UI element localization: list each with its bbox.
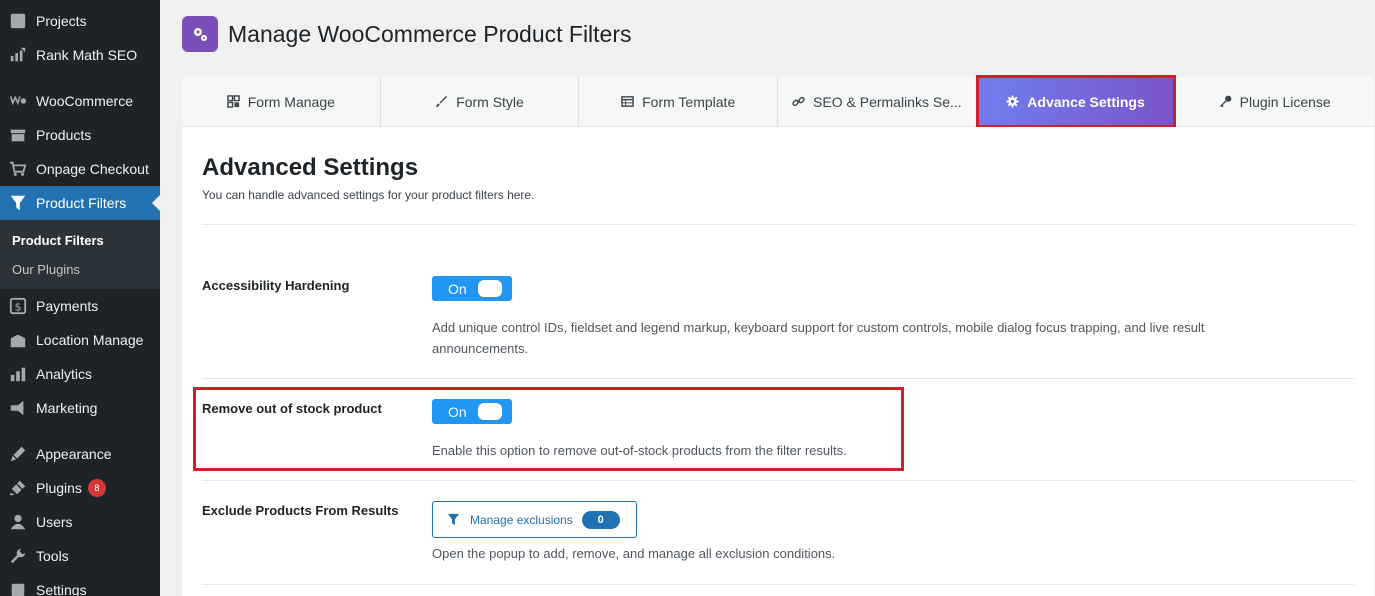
- sidebar-item-onpage-checkout[interactable]: Onpage Checkout: [0, 152, 160, 186]
- products-icon: [8, 125, 28, 145]
- sidebar-item-label: Products: [36, 127, 92, 143]
- section-title: Advanced Settings: [202, 154, 419, 181]
- sidebar-item-settings[interactable]: Settings: [0, 573, 160, 596]
- payments-icon: $: [8, 296, 28, 316]
- tab-label: Form Manage: [247, 93, 335, 110]
- gears-icon: [194, 28, 207, 41]
- sidebar-item-label: WooCommerce: [36, 93, 133, 109]
- woocommerce-icon: [8, 91, 28, 111]
- tab-seo-permalinks[interactable]: SEO & Permalinks Se...: [778, 76, 977, 127]
- page-header: Manage WooCommerce Product Filters: [182, 16, 632, 52]
- toggle-knob: [478, 403, 502, 420]
- out-of-stock-toggle[interactable]: On: [432, 399, 512, 424]
- page-title: Manage WooCommerce Product Filters: [228, 20, 632, 47]
- divider: [202, 224, 1354, 225]
- toggle-state: On: [448, 403, 467, 420]
- sidebar-item-label: Settings: [36, 582, 87, 596]
- sidebar-item-label: Product Filters: [36, 195, 127, 211]
- sidebar-item-marketing[interactable]: Marketing: [0, 391, 160, 425]
- appearance-icon: [8, 444, 28, 464]
- plugins-icon: [8, 478, 28, 498]
- tab-label: SEO & Permalinks Se...: [813, 93, 962, 110]
- tab-label: Form Template: [642, 93, 736, 110]
- section-description: You can handle advanced settings for you…: [202, 188, 535, 202]
- tools-icon: [8, 546, 28, 566]
- sidebar-item-appearance[interactable]: Appearance: [0, 437, 160, 471]
- brush-icon: [436, 95, 448, 108]
- plugins-update-badge: 8: [87, 479, 106, 497]
- divider: [202, 480, 1354, 481]
- sidebar-item-tools[interactable]: Tools: [0, 539, 160, 573]
- sidebar-item-label: Plugins: [36, 480, 82, 496]
- marketing-icon: [8, 398, 28, 418]
- submenu-item-our-plugins[interactable]: Our Plugins: [12, 262, 80, 277]
- gear-icon: [1006, 95, 1019, 108]
- sidebar-item-rank-math[interactable]: Rank Math SEO: [0, 38, 160, 72]
- tab-form-manage[interactable]: Form Manage: [182, 76, 381, 127]
- settings-panel: Advanced Settings You can handle advance…: [182, 127, 1374, 596]
- manage-exclusions-button[interactable]: Manage exclusions 0: [432, 501, 637, 538]
- manage-exclusions-label: Manage exclusions: [470, 512, 573, 527]
- filter-icon: [447, 513, 460, 526]
- setting-label-out-of-stock: Remove out of stock product: [202, 401, 382, 416]
- cart-icon: [8, 159, 28, 179]
- sidebar-item-label: Appearance: [36, 446, 112, 462]
- sidebar-item-users[interactable]: Users: [0, 505, 160, 539]
- setting-help-exclude: Open the popup to add, remove, and manag…: [432, 546, 836, 561]
- sidebar-item-label: Onpage Checkout: [36, 161, 149, 177]
- sidebar-item-label: Projects: [36, 13, 87, 29]
- setting-help-accessibility: Add unique control IDs, fieldset and leg…: [432, 320, 1205, 356]
- setting-label-exclude: Exclude Products From Results: [202, 503, 399, 518]
- sidebar-item-payments[interactable]: $ Payments: [0, 289, 160, 323]
- settings-icon: [8, 580, 28, 596]
- table-icon: [621, 96, 634, 107]
- sidebar-item-projects[interactable]: Projects: [0, 4, 160, 38]
- tab-plugin-license[interactable]: Plugin License: [1175, 76, 1374, 127]
- product-filters-submenu: Product Filters Our Plugins: [0, 220, 160, 289]
- analytics-icon: [8, 364, 28, 384]
- sidebar-item-location-manage[interactable]: Location Manage: [0, 323, 160, 357]
- divider: [202, 378, 1354, 379]
- sidebar-item-label: Location Manage: [36, 332, 144, 348]
- tab-form-style[interactable]: Form Style: [381, 76, 580, 127]
- tab-label: Advance Settings: [1027, 93, 1145, 110]
- sidebar-item-label: Users: [36, 514, 73, 530]
- tab-form-template[interactable]: Form Template: [579, 76, 779, 127]
- sidebar-item-label: Analytics: [36, 366, 93, 382]
- sidebar-item-product-filters[interactable]: Product Filters: [0, 186, 160, 220]
- sidebar-item-woocommerce[interactable]: WooCommerce: [0, 84, 160, 118]
- sidebar-item-label: Payments: [36, 298, 99, 314]
- location-icon: [8, 330, 28, 350]
- divider: [202, 584, 1354, 585]
- tab-label: Form Style: [456, 93, 524, 110]
- tab-label: Plugin License: [1239, 93, 1331, 110]
- tab-advance-settings[interactable]: Advance Settings: [975, 75, 1177, 128]
- key-icon: [1219, 95, 1232, 108]
- submenu-item-product-filters[interactable]: Product Filters: [12, 233, 104, 248]
- users-icon: [8, 512, 28, 532]
- rank-math-icon: [8, 45, 28, 65]
- svg-text:$: $: [15, 301, 22, 314]
- link-icon: [792, 96, 805, 107]
- admin-sidebar: Projects Rank Math SEO WooCommerce Produ…: [0, 0, 160, 596]
- grid-icon: [226, 95, 240, 108]
- sidebar-item-products[interactable]: Products: [0, 118, 160, 152]
- sidebar-item-plugins[interactable]: Plugins 8: [0, 471, 160, 505]
- filter-icon: [8, 193, 28, 213]
- sidebar-item-label: Marketing: [36, 400, 98, 416]
- plugin-logo: [182, 16, 218, 52]
- toggle-knob: [478, 280, 502, 297]
- setting-help-out-of-stock: Enable this option to remove out-of-stoc…: [432, 443, 847, 458]
- exclusions-count-badge: 0: [581, 510, 620, 529]
- toggle-state: On: [448, 280, 467, 297]
- projects-icon: [8, 11, 28, 31]
- accessibility-toggle[interactable]: On: [432, 276, 512, 301]
- setting-label-accessibility: Accessibility Hardening: [202, 278, 350, 293]
- sidebar-item-label: Rank Math SEO: [36, 47, 138, 63]
- sidebar-item-label: Tools: [36, 548, 69, 564]
- sidebar-item-analytics[interactable]: Analytics: [0, 357, 160, 391]
- settings-tabs: Form Manage Form Style Form Template SEO…: [182, 75, 1374, 128]
